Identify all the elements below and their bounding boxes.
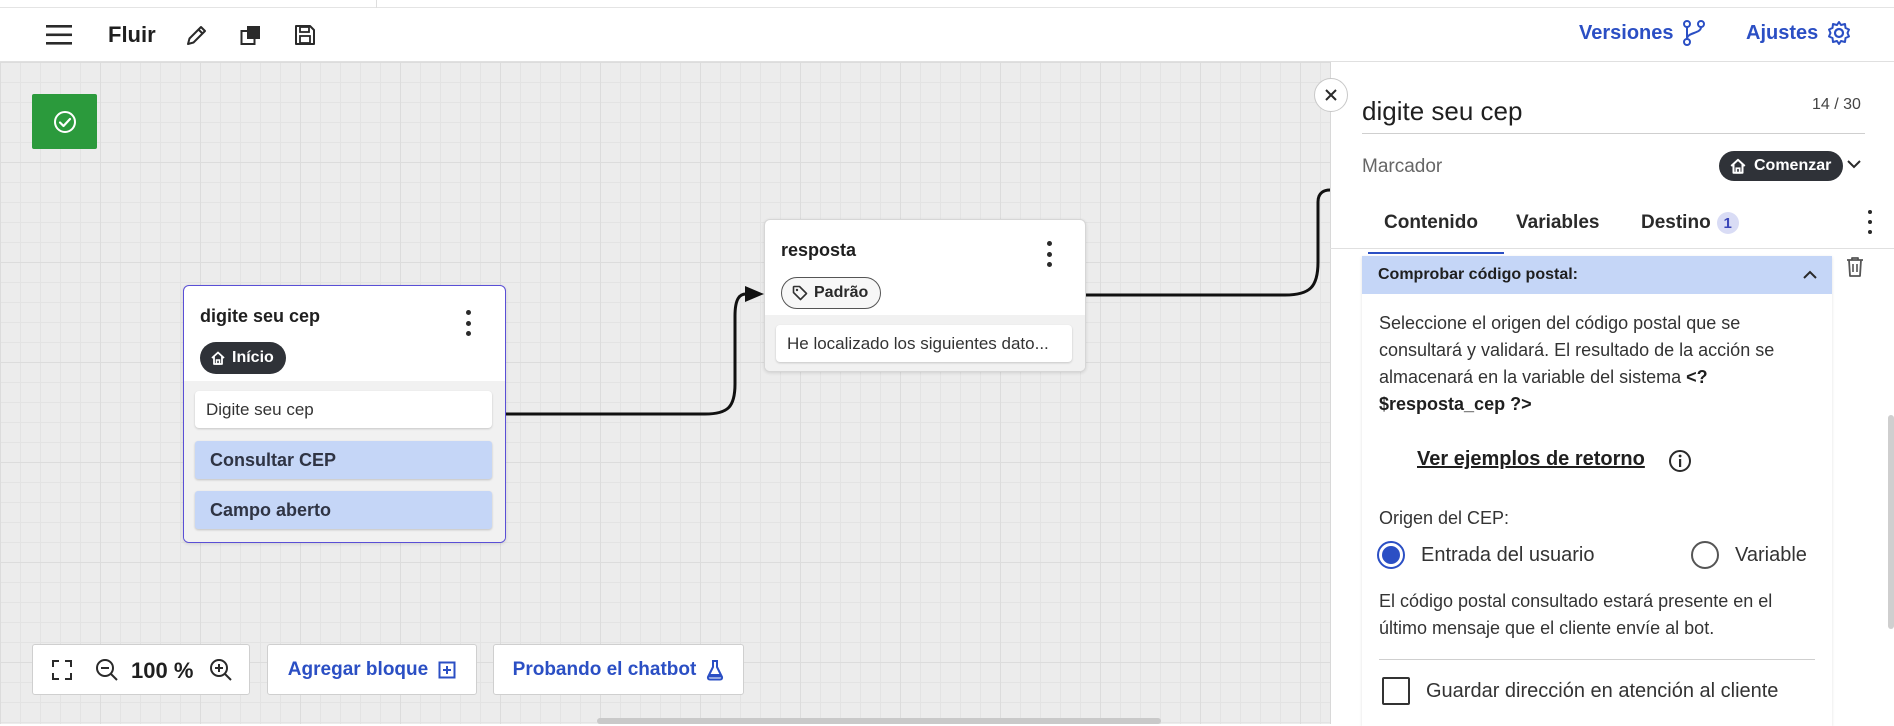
connector-arrowhead — [745, 286, 764, 302]
gear-icon — [1828, 21, 1851, 45]
zoom-in-icon[interactable] — [209, 658, 233, 687]
add-block-button[interactable]: Agregar bloque — [267, 644, 477, 695]
settings-button[interactable]: Ajustes — [1746, 20, 1852, 46]
node-tag-label: Início — [232, 349, 274, 366]
node-tag-chip: Início — [200, 342, 286, 374]
save-icon[interactable] — [292, 22, 318, 48]
origin-label: Origen del CEP: — [1379, 508, 1510, 528]
radio-label: Entrada del usuario — [1421, 543, 1595, 566]
add-box-icon — [438, 661, 456, 678]
radio-button-selected[interactable] — [1377, 541, 1405, 569]
checkbox[interactable] — [1382, 677, 1410, 705]
marker-chip-label: Comenzar — [1754, 157, 1832, 174]
node-button-campo-aberto[interactable]: Campo aberto — [195, 491, 492, 529]
node-title: digite seu cep — [200, 306, 321, 326]
block-name-input[interactable]: digite seu cep — [1362, 96, 1522, 127]
connector-a-to-b — [506, 292, 756, 416]
info-icon[interactable] — [1668, 449, 1692, 478]
node-body: He localizado los siguientes dato... — [765, 315, 1085, 371]
node-tag-label: Padrão — [814, 284, 869, 301]
chevron-up-icon[interactable] — [1802, 267, 1818, 283]
tab-label: Destino — [1641, 212, 1711, 233]
description-text: Seleccione el origen del código postal q… — [1379, 313, 1775, 387]
radio-label: Variable — [1735, 543, 1807, 566]
trash-icon[interactable] — [1845, 256, 1865, 283]
vertical-scrollbar[interactable] — [1888, 415, 1894, 629]
checkbox-label: Guardar dirección en atención al cliente — [1426, 679, 1779, 702]
marker-label: Marcador — [1362, 156, 1443, 177]
node-message[interactable]: He localizado los siguientes dato... — [776, 325, 1072, 362]
home-icon — [1730, 158, 1746, 174]
tag-icon — [792, 285, 808, 301]
section-title: Comprobar código postal: — [1378, 266, 1578, 283]
menu-icon[interactable] — [44, 22, 74, 48]
close-panel-button[interactable] — [1314, 78, 1348, 112]
tab-badge: 1 — [1716, 212, 1739, 234]
add-block-label: Agregar bloque — [287, 658, 429, 680]
flask-icon — [707, 659, 724, 680]
chevron-down-icon[interactable] — [1846, 156, 1862, 177]
versions-label: Versiones — [1579, 21, 1674, 44]
char-counter: 14 / 30 — [1812, 96, 1861, 113]
flow-node-resposta[interactable]: resposta Padrão He localizado los siguie… — [764, 219, 1086, 372]
zoom-controls: 100 % — [32, 644, 250, 695]
zoom-level: 100 % — [131, 658, 194, 683]
node-message[interactable]: Digite seu cep — [195, 391, 492, 428]
top-toolbar: Fluir Versiones Ajustes — [0, 8, 1894, 62]
node-body: Digite seu cep Consultar CEP Campo abert… — [184, 381, 505, 542]
radio-variable[interactable]: Variable — [1691, 541, 1807, 569]
duplicate-icon[interactable] — [238, 22, 264, 48]
section-description: Seleccione el origen del código postal q… — [1379, 310, 1819, 418]
tab-label: Variables — [1516, 212, 1600, 233]
origin-note: El código postal consultado estará prese… — [1379, 591, 1773, 638]
section-header[interactable]: Comprobar código postal: — [1362, 256, 1832, 294]
node-button-consultar-cep[interactable]: Consultar CEP — [195, 441, 492, 479]
node-title: resposta — [781, 240, 857, 260]
home-icon — [211, 351, 225, 365]
tabs-divider — [1330, 248, 1894, 249]
radio-button[interactable] — [1691, 541, 1719, 569]
zoom-out-icon[interactable] — [95, 658, 119, 687]
flow-canvas[interactable]: digite seu cep Início Digite seu cep Con… — [0, 62, 1330, 724]
node-tag-chip: Padrão — [781, 277, 882, 309]
branch-icon — [1682, 20, 1705, 46]
fullscreen-icon[interactable] — [51, 659, 73, 686]
panel-kebab-icon[interactable] — [1860, 210, 1880, 234]
edit-pencil-icon[interactable] — [184, 22, 210, 48]
flow-node-digite-seu-cep[interactable]: digite seu cep Início Digite seu cep Con… — [183, 285, 506, 543]
note-divider — [1379, 659, 1815, 660]
browser-tab-edge — [376, 0, 377, 8]
horizontal-scrollbar[interactable] — [597, 718, 1161, 724]
test-chatbot-button[interactable]: Probando el chatbot — [493, 644, 744, 695]
radio-user-input[interactable]: Entrada del usuario — [1377, 541, 1594, 569]
connector-b-out — [1086, 188, 1330, 297]
marker-chip[interactable]: Comenzar — [1719, 151, 1844, 181]
tab-label: Contenido — [1384, 212, 1478, 233]
save-address-checkbox[interactable]: Guardar dirección en atención al cliente — [1382, 677, 1778, 705]
versions-button[interactable]: Versiones — [1579, 20, 1706, 46]
close-icon — [1325, 89, 1337, 101]
node-kebab-icon[interactable] — [458, 307, 478, 339]
examples-link[interactable]: Ver ejemplos de retorno — [1417, 448, 1645, 471]
title-underline — [1362, 133, 1865, 134]
app-title: Fluir — [108, 22, 156, 47]
node-kebab-icon[interactable] — [1039, 238, 1059, 270]
settings-label: Ajustes — [1746, 21, 1819, 44]
test-chatbot-label: Probando el chatbot — [512, 658, 697, 680]
browser-top-strip — [0, 0, 1894, 8]
